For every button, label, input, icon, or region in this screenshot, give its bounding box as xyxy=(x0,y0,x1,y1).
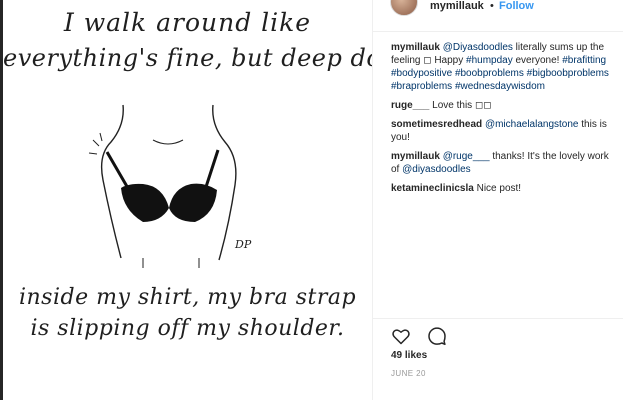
hashtag-link[interactable]: #humpday xyxy=(466,55,513,66)
comment-bubble-icon[interactable] xyxy=(427,326,447,346)
comment-username[interactable]: sometimesredhead xyxy=(391,119,482,130)
comment-list: mymillauk @Diyasdoodles literally sums u… xyxy=(391,41,613,201)
action-bar xyxy=(391,326,447,346)
comment-item: ruge___ Love this ◻◻ xyxy=(391,99,613,112)
mention-link[interactable]: @ruge___ xyxy=(443,151,490,162)
post-date[interactable]: JUNE 20 xyxy=(391,369,426,378)
hashtag-link[interactable]: #boobproblems xyxy=(455,68,524,79)
header-separator: • xyxy=(490,0,494,12)
comment-username[interactable]: mymillauk xyxy=(391,151,440,162)
comment-item: mymillauk @ruge___ thanks! It's the love… xyxy=(391,150,613,176)
likes-count[interactable]: 49 likes xyxy=(391,350,427,361)
comment-username[interactable]: mymillauk xyxy=(391,42,440,53)
hashtag-link[interactable]: #braproblems xyxy=(391,81,452,92)
mention-link[interactable]: @diyasdoodles xyxy=(402,164,471,175)
comment-item: sometimesredhead @michaelalangstone this… xyxy=(391,118,613,144)
mention-link[interactable]: @michaelalangstone xyxy=(485,119,579,130)
comment-username[interactable]: ketamineclinicsla xyxy=(391,183,474,194)
actions-divider xyxy=(373,318,623,319)
avatar[interactable] xyxy=(390,0,418,16)
mention-link[interactable]: @Diyasdoodles xyxy=(443,42,513,53)
hashtag-link[interactable]: #wednesdaywisdom xyxy=(455,81,545,92)
comment-item: mymillauk @Diyasdoodles literally sums u… xyxy=(391,41,613,93)
comment-username[interactable]: ruge___ xyxy=(391,100,429,111)
header-username[interactable]: mymillauk xyxy=(430,0,484,12)
post-image[interactable]: I walk around like everything's fine, bu… xyxy=(3,0,372,400)
comment-text: Nice post! xyxy=(476,183,522,194)
comment-item: ketamineclinicsla Nice post! xyxy=(391,182,613,195)
follow-button[interactable]: Follow xyxy=(499,0,534,12)
drawing-caption-line-4: is slipping off my shoulder. xyxy=(30,316,345,341)
artist-signature: DP xyxy=(235,238,252,251)
hashtag-link[interactable]: #brafitting xyxy=(562,55,606,66)
hashtag-link[interactable]: #bodypositive xyxy=(391,68,452,79)
post-header: mymillauk • Follow xyxy=(373,0,623,32)
heart-icon[interactable] xyxy=(391,326,411,346)
post-side-panel: mymillauk • Follow mymillauk @Diyasdoodl… xyxy=(373,0,623,400)
hashtag-link[interactable]: #bigboobproblems xyxy=(527,68,609,79)
comment-text: everyone! xyxy=(512,55,563,66)
comment-text: Love this ◻◻ xyxy=(432,100,492,111)
drawing-caption-line-3: inside my shirt, my bra strap xyxy=(18,285,357,310)
